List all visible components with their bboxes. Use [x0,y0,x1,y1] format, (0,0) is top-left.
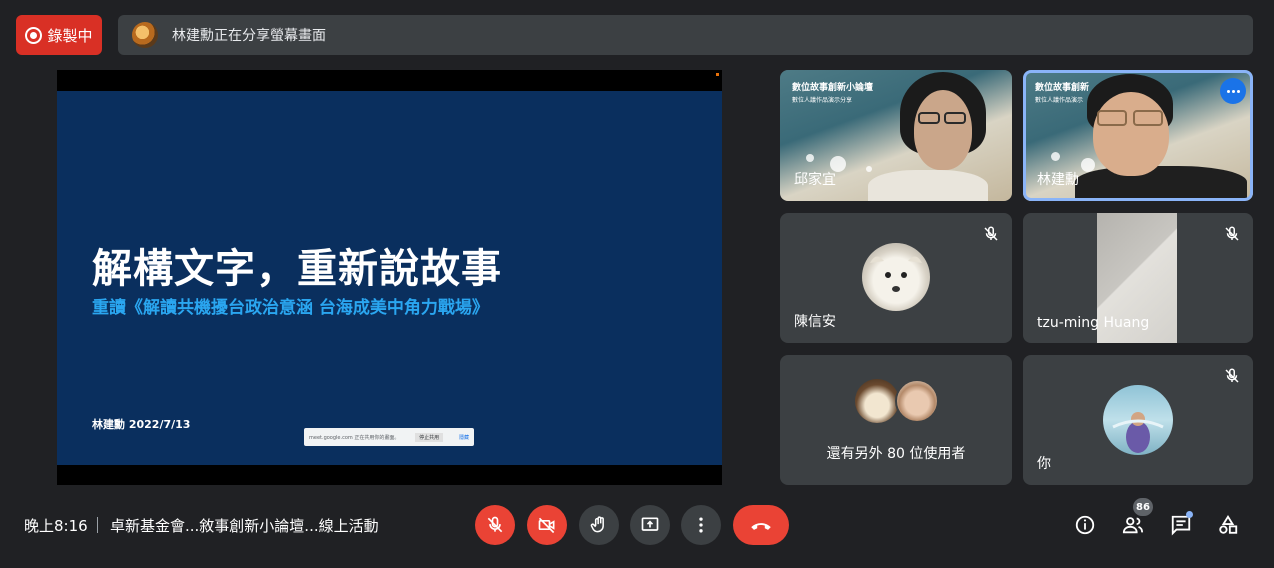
person-body [1075,166,1247,201]
mic-off-icon [1221,223,1243,245]
presenter-notice: 林建勳正在分享螢幕畫面 [172,28,326,44]
other-participants-tile[interactable]: 還有另外 80 位使用者 [780,355,1012,485]
participant-name: 陳信安 [794,314,836,330]
slide-title: 解構文字，重新說故事 [92,246,502,292]
video-overlay-subtitle: 數位人議作品演示分享 [792,97,853,104]
meeting-title: 卓新基金會...敘事創新小論壇...線上活動 [110,517,379,535]
shared-screen: 解構文字，重新說故事 重讀《解讀共機擾台政治意涵 台海成美中角力戰場》 林建勳 … [57,70,722,485]
bubble-decor [1051,152,1060,161]
person-face [1093,92,1169,176]
bubble-decor [1081,158,1095,172]
record-icon [25,26,43,44]
slide: 解構文字，重新說故事 重讀《解讀共機擾台政治意涵 台海成美中角力戰場》 林建勳 … [57,91,722,465]
video-overlay-title: 數位故事創新 [1035,83,1090,93]
end-call-icon [751,523,771,530]
mic-off-icon [1221,365,1243,387]
person-face [914,90,972,170]
share-notice-text: meet.google.com 正在共用你的畫面。 [309,434,400,441]
bubble-decor [806,154,814,162]
participant-tile-4[interactable]: tzu-ming Huang [1023,213,1253,343]
glasses [1097,110,1127,126]
people-icon [1122,517,1144,534]
participant-name: 邱家宜 [794,172,836,188]
more-options-button[interactable] [681,505,721,545]
video-overlay-subtitle: 數位人議作品演示 [1035,97,1084,104]
mic-off-icon [980,223,1002,245]
present-icon [641,517,659,531]
participant-avatar [855,379,899,423]
participant-name: tzu-ming Huang [1037,315,1150,331]
mic-toggle-button[interactable] [475,505,515,545]
slide-author-date: 林建勳 2022/7/13 [92,418,191,431]
participant-tile-2[interactable]: 數位故事創新 數位人議作品演示 林建勳 [1023,70,1253,201]
camera-toggle-button[interactable] [527,505,567,545]
presenter-bar: 林建勳正在分享螢幕畫面 [118,15,1253,55]
current-time: 晚上8:16 [24,517,88,535]
slide-subtitle: 重讀《解讀共機擾台政治意涵 台海成美中角力戰場》 [92,298,489,318]
info-icon [1075,515,1095,535]
people-button[interactable] [1121,513,1145,537]
participant-tile-1[interactable]: 數位故事創新小論壇 數位人議作品演示分享 邱家宜 [780,70,1012,201]
camera-off-icon [538,517,555,534]
hand-icon [590,516,604,533]
indicator-dot [716,73,719,76]
meeting-info-button[interactable] [1073,513,1097,537]
present-screen-button[interactable] [630,505,670,545]
screen-share-notice: meet.google.com 正在共用你的畫面。 停止共用 隱藏 [304,428,474,446]
glasses [944,112,966,124]
self-avatar [1103,385,1173,455]
presenter-avatar [132,22,158,48]
recording-label: 錄製中 [47,26,93,45]
participant-tile-3[interactable]: 陳信安 [780,213,1012,343]
end-call-button[interactable] [733,505,789,545]
more-vert-icon [699,517,703,533]
participant-name: 林建勳 [1037,172,1079,188]
participant-avatar [895,379,939,423]
raise-hand-button[interactable] [579,505,619,545]
activities-icon [1219,515,1238,534]
divider [97,517,98,533]
chat-notification-dot [1186,511,1193,518]
mic-off-icon [487,516,503,533]
more-options-button[interactable] [1220,78,1246,104]
other-participants-label: 還有另外 80 位使用者 [826,446,966,462]
glasses [918,112,940,124]
participant-name: 你 [1037,456,1051,472]
glasses [1133,110,1163,126]
hide-notice-button[interactable]: 隱藏 [459,434,469,441]
self-tile[interactable]: 你 [1023,355,1253,485]
person-body [868,170,988,201]
participant-avatar [862,243,930,311]
activities-button[interactable] [1216,513,1240,537]
video-overlay-title: 數位故事創新小論壇 [792,83,874,93]
bubble-decor [866,166,872,172]
people-count-badge: 86 [1133,498,1153,516]
stop-sharing-button[interactable]: 停止共用 [415,432,444,442]
recording-badge[interactable]: 錄製中 [16,15,102,55]
